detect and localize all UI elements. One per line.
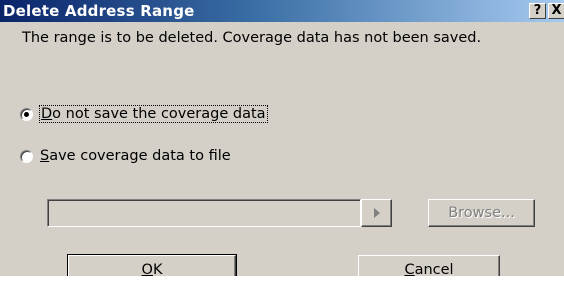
- title-bar[interactable]: Delete Address Range ? X: [0, 0, 564, 22]
- file-path-field[interactable]: [47, 199, 361, 227]
- radio-label-save-to-file[interactable]: Save coverage data to file: [40, 148, 231, 164]
- radio-label-do-not-save[interactable]: Do not save the coverage data: [39, 105, 268, 123]
- radio-button-do-not-save[interactable]: [20, 107, 33, 121]
- close-button[interactable]: X: [548, 3, 564, 19]
- message-text: The range is to be deleted. Coverage dat…: [22, 30, 482, 46]
- cancel-button[interactable]: Cancel: [358, 255, 500, 276]
- ok-button[interactable]: OK: [67, 254, 237, 276]
- right-arrow-icon: [374, 208, 380, 218]
- radio-button-save-to-file[interactable]: [20, 149, 33, 163]
- radio-option-do-not-save[interactable]: Do not save the coverage data: [20, 105, 268, 123]
- delete-address-range-dialog: Delete Address Range ? X The range is to…: [0, 0, 564, 276]
- history-arrow-button[interactable]: [361, 199, 392, 227]
- radio-option-save-to-file[interactable]: Save coverage data to file: [20, 148, 231, 164]
- browse-button[interactable]: Browse...: [428, 199, 535, 227]
- help-button[interactable]: ?: [529, 3, 546, 19]
- dialog-title: Delete Address Range: [3, 2, 195, 20]
